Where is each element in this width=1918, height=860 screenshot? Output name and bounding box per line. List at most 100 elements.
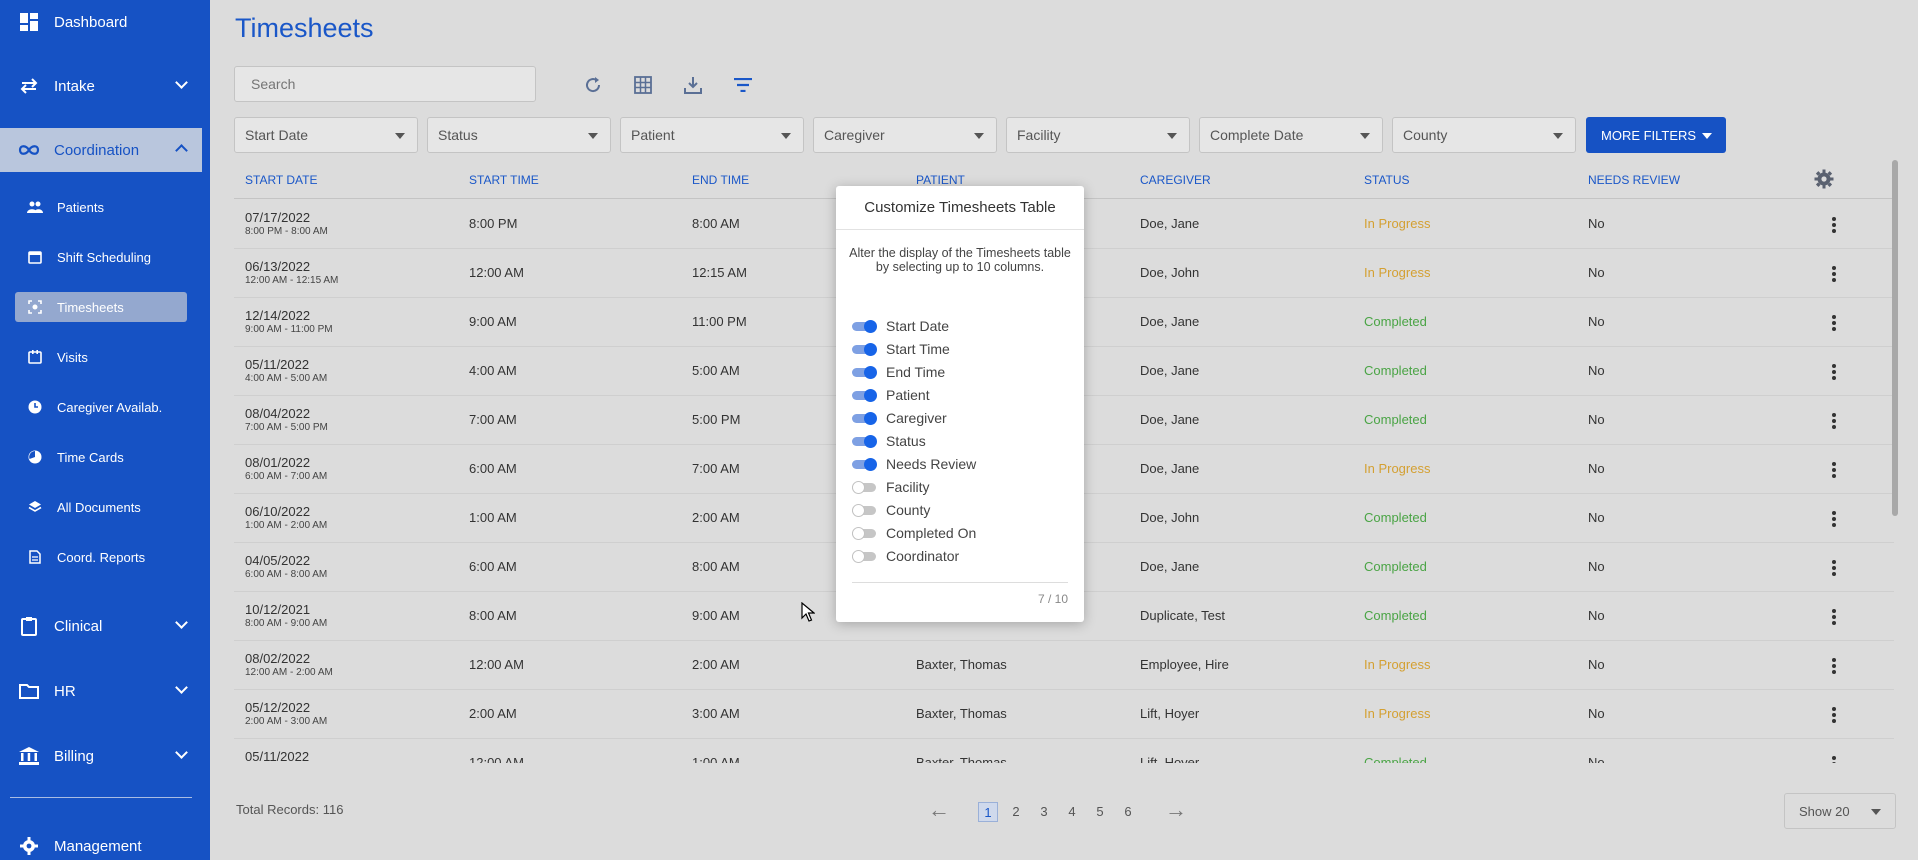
prev-page-icon[interactable]: ←: [928, 797, 950, 823]
cell-caregiver: Doe, John: [1140, 510, 1200, 525]
column-toggle[interactable]: [852, 435, 878, 448]
filter-complete-date[interactable]: Complete Date: [1199, 117, 1383, 153]
sidebar-item-coord-reports[interactable]: Coord. Reports: [15, 542, 187, 572]
clock-icon: [27, 399, 43, 415]
row-menu-icon[interactable]: [1832, 756, 1836, 763]
column-option[interactable]: Coordinator: [852, 546, 959, 566]
cell-start-date: 10/12/2021: [245, 602, 311, 617]
column-option[interactable]: Caregiver: [852, 408, 947, 428]
nav-management[interactable]: Management: [0, 824, 210, 860]
th-patient[interactable]: PATIENT: [916, 173, 965, 187]
column-toggle[interactable]: [852, 343, 878, 356]
column-option[interactable]: Patient: [852, 385, 930, 405]
filter-patient[interactable]: Patient: [620, 117, 804, 153]
column-toggle[interactable]: [852, 458, 878, 471]
sidebar-item-shift-scheduling[interactable]: Shift Scheduling: [15, 242, 187, 272]
row-menu-icon[interactable]: [1832, 315, 1836, 331]
column-option-label: End Time: [886, 364, 946, 380]
page-5[interactable]: 5: [1090, 802, 1110, 822]
calendar-check-icon: [27, 349, 43, 365]
table-row[interactable]: 05/11/2022 12:00 AM 1:00 AM Baxter, Thomas L…: [234, 739, 1894, 763]
search-input[interactable]: [234, 66, 536, 102]
sidebar-item-all-documents[interactable]: All Documents: [15, 492, 187, 522]
filter-start-date[interactable]: Start Date: [234, 117, 418, 153]
column-option[interactable]: End Time: [852, 362, 945, 382]
column-toggle[interactable]: [852, 389, 878, 402]
sidebar-item-time-cards[interactable]: Time Cards: [15, 442, 187, 472]
sidebar-item-patients[interactable]: Patients: [15, 192, 187, 222]
page-3[interactable]: 3: [1034, 802, 1054, 822]
sidebar-item-label: Visits: [57, 349, 88, 365]
column-option[interactable]: Start Time: [852, 339, 950, 359]
column-option[interactable]: Completed On: [852, 523, 976, 543]
th-start-time[interactable]: START TIME: [469, 173, 539, 187]
filter-facility[interactable]: Facility: [1006, 117, 1190, 153]
next-page-icon[interactable]: →: [1165, 797, 1187, 823]
cell-end-time: 5:00 PM: [692, 412, 741, 427]
scan-icon: [27, 299, 43, 315]
th-needs-review[interactable]: NEEDS REVIEW: [1588, 173, 1680, 187]
nav-hr[interactable]: HR: [0, 669, 210, 713]
th-start-date[interactable]: START DATE: [245, 173, 317, 187]
column-toggle[interactable]: [852, 550, 878, 563]
page-size-select[interactable]: Show 20: [1784, 793, 1896, 829]
customize-table-modal: Customize Timesheets Table Alter the dis…: [836, 186, 1084, 622]
row-menu-icon[interactable]: [1832, 266, 1836, 282]
clipboard-icon: [18, 615, 40, 637]
column-option[interactable]: Start Date: [852, 316, 949, 336]
filter-caregiver[interactable]: Caregiver: [813, 117, 997, 153]
column-toggle[interactable]: [852, 320, 878, 333]
cell-end-time: 2:00 AM: [692, 510, 740, 525]
refresh-icon[interactable]: [582, 74, 604, 96]
chevron-down-icon: [175, 681, 188, 694]
filter-status[interactable]: Status: [427, 117, 611, 153]
nav-billing[interactable]: Billing: [0, 734, 210, 778]
column-option[interactable]: County: [852, 500, 930, 520]
column-toggle[interactable]: [852, 412, 878, 425]
column-option[interactable]: Status: [852, 431, 926, 451]
page-1[interactable]: 1: [978, 802, 998, 822]
column-toggle[interactable]: [852, 527, 878, 540]
filter-county[interactable]: County: [1392, 117, 1576, 153]
vertical-scrollbar[interactable]: [1892, 160, 1898, 516]
column-toggle[interactable]: [852, 366, 878, 379]
nav-clinical[interactable]: Clinical: [0, 604, 210, 648]
grid-icon[interactable]: [632, 74, 654, 96]
gear-icon[interactable]: [1814, 169, 1834, 189]
sidebar-item-visits[interactable]: Visits: [15, 342, 187, 372]
table-row[interactable]: 05/12/2022 2:00 AM - 3:00 AM 2:00 AM 3:00 A…: [234, 690, 1894, 739]
row-menu-icon[interactable]: [1832, 413, 1836, 429]
row-menu-icon[interactable]: [1832, 560, 1836, 576]
sidebar-item-label: Patients: [57, 199, 104, 215]
sidebar-item-caregiver-availability[interactable]: Caregiver Availab.: [15, 392, 187, 422]
table-row[interactable]: 08/02/2022 12:00 AM - 2:00 AM 12:00 AM 2:00…: [234, 641, 1894, 690]
download-icon[interactable]: [682, 74, 704, 96]
column-option[interactable]: Needs Review: [852, 454, 976, 474]
cell-status: Completed: [1364, 510, 1427, 525]
column-toggle[interactable]: [852, 481, 878, 494]
page-2[interactable]: 2: [1006, 802, 1026, 822]
row-menu-icon[interactable]: [1832, 364, 1836, 380]
nav-intake[interactable]: Intake: [0, 64, 210, 108]
cell-needs-review: No: [1588, 412, 1605, 427]
sidebar-item-timesheets[interactable]: Timesheets: [15, 292, 187, 322]
th-caregiver[interactable]: CAREGIVER: [1140, 173, 1211, 187]
column-option[interactable]: Facility: [852, 477, 930, 497]
th-end-time[interactable]: END TIME: [692, 173, 749, 187]
nav-dashboard[interactable]: Dashboard: [0, 0, 210, 44]
cell-end-time: 7:00 AM: [692, 461, 740, 476]
page-4[interactable]: 4: [1062, 802, 1082, 822]
nav-coordination[interactable]: Coordination: [0, 128, 210, 172]
th-status[interactable]: STATUS: [1364, 173, 1410, 187]
row-menu-icon[interactable]: [1832, 707, 1836, 723]
row-menu-icon[interactable]: [1832, 217, 1836, 233]
sidebar-item-label: Coord. Reports: [57, 549, 146, 565]
row-menu-icon[interactable]: [1832, 609, 1836, 625]
row-menu-icon[interactable]: [1832, 462, 1836, 478]
filter-icon[interactable]: [732, 74, 754, 96]
page-6[interactable]: 6: [1118, 802, 1138, 822]
more-filters-button[interactable]: MORE FILTERS: [1586, 117, 1726, 153]
row-menu-icon[interactable]: [1832, 511, 1836, 527]
column-toggle[interactable]: [852, 504, 878, 517]
row-menu-icon[interactable]: [1832, 658, 1836, 674]
